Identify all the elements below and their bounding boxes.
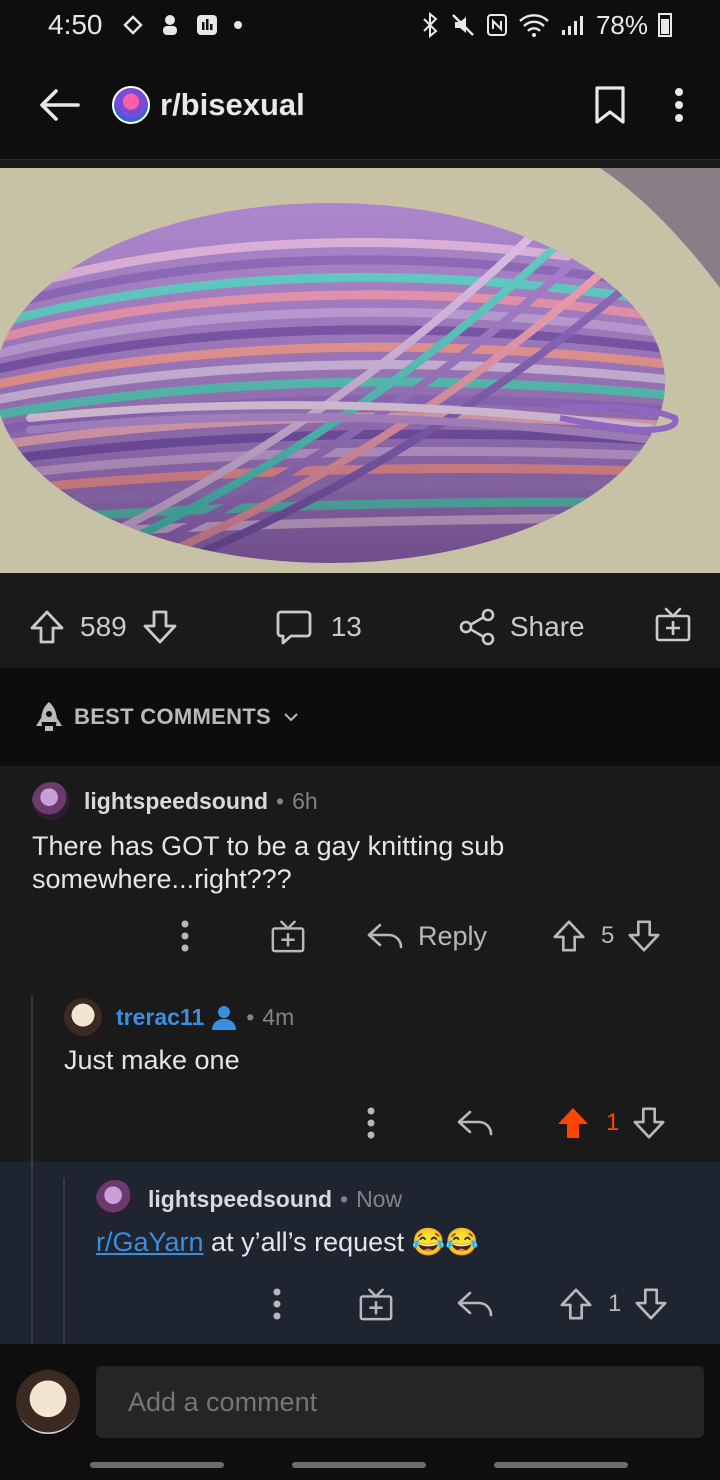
- nav-handle-left[interactable]: [90, 1462, 224, 1468]
- upvote-arrow-icon[interactable]: [551, 918, 587, 954]
- op-user-icon: [212, 1006, 237, 1030]
- nfc-icon: [486, 14, 507, 36]
- mute-icon: [452, 14, 474, 36]
- comment-count: 13: [330, 611, 362, 642]
- dot-icon: [233, 21, 242, 29]
- add-comment-input[interactable]: [96, 1366, 704, 1438]
- back-button[interactable]: [30, 87, 90, 123]
- bookmark-icon[interactable]: [594, 85, 626, 125]
- comment-author[interactable]: lightspeedsound: [84, 788, 268, 815]
- comment-body: r/GaYarn at y’all’s request 😂😂: [96, 1226, 696, 1259]
- share-icon: [459, 608, 495, 646]
- yarn-ball-image: [0, 168, 720, 573]
- reply-label: Reply: [418, 920, 488, 951]
- share-button[interactable]: Share: [458, 608, 585, 646]
- comment-body: There has GOT to be a gay knitting sub s…: [32, 831, 505, 894]
- reply-arrow-icon[interactable]: [456, 1289, 494, 1319]
- comment: trerac11 • 4m Just make one 1: [0, 988, 720, 1162]
- comment-age: 6h: [292, 787, 318, 814]
- more-vertical-icon[interactable]: [272, 1287, 282, 1321]
- comment-age: 4m: [262, 1003, 295, 1030]
- comment-body-text: at y’all’s request 😂😂: [203, 1227, 479, 1257]
- comment-author[interactable]: trerac11: [116, 1004, 204, 1031]
- downvote-arrow-icon[interactable]: [141, 608, 179, 646]
- nav-handle-center[interactable]: [292, 1462, 426, 1468]
- bluetooth-icon: [423, 12, 438, 38]
- comment-actions: Reply 5: [180, 918, 662, 954]
- status-time: 4:50: [48, 9, 103, 40]
- wifi-icon: [519, 14, 549, 37]
- share-label: Share: [509, 611, 585, 642]
- award-button[interactable]: [654, 605, 692, 650]
- gift-icon[interactable]: [270, 918, 306, 954]
- upvote-arrow-icon[interactable]: [28, 608, 66, 646]
- avatar[interactable]: [96, 1180, 134, 1218]
- more-vertical-icon[interactable]: [674, 87, 684, 123]
- header-actions: [594, 85, 684, 125]
- thread-line[interactable]: [31, 996, 33, 1162]
- downvote-arrow-icon[interactable]: [633, 1286, 669, 1322]
- subreddit-name[interactable]: r/bisexual: [160, 87, 305, 123]
- comment-actions: 1: [366, 1104, 667, 1142]
- thread-line[interactable]: [63, 1178, 65, 1344]
- avatar[interactable]: [64, 998, 102, 1036]
- post-vote: 589: [28, 608, 179, 646]
- status-bar: 4:50 78%: [0, 0, 720, 50]
- post-action-bar: 589 13 Share: [0, 586, 720, 668]
- hand-icon: [162, 15, 177, 35]
- downvote-arrow-icon[interactable]: [626, 918, 662, 954]
- comment-header: lightspeedsound • 6h: [32, 782, 318, 820]
- comment-score: 1: [606, 1109, 620, 1136]
- upvote-arrow-icon-active[interactable]: [554, 1104, 592, 1142]
- nav-handle-right[interactable]: [494, 1462, 628, 1468]
- comment-author[interactable]: lightspeedsound: [148, 1186, 332, 1213]
- app-icon: [196, 15, 217, 35]
- gift-icon: [655, 607, 691, 641]
- thread-line[interactable]: [31, 1162, 33, 1344]
- comment-age-separator: •: [276, 787, 285, 814]
- comment-score: 5: [601, 922, 615, 949]
- sort-label: BEST COMMENTS: [74, 704, 272, 729]
- battery-percent: 78%: [595, 9, 648, 40]
- battery-icon: [658, 13, 672, 37]
- reply-arrow-icon: [367, 923, 403, 949]
- status-icons-right: 78%: [420, 10, 672, 41]
- comment: lightspeedsound • 6h There has GOT to be…: [0, 766, 720, 988]
- more-vertical-icon[interactable]: [366, 1106, 376, 1140]
- comment-sort-selector[interactable]: BEST COMMENTS: [0, 668, 720, 766]
- comment-highlighted: lightspeedsound • Now r/GaYarn at y’all’…: [0, 1162, 720, 1344]
- upvote-arrow-icon[interactable]: [558, 1286, 594, 1322]
- app-header: r/bisexual: [0, 50, 720, 160]
- reply-button[interactable]: Reply: [366, 921, 487, 952]
- comment-header: lightspeedsound • Now: [96, 1180, 402, 1218]
- user-avatar[interactable]: [16, 1370, 80, 1434]
- subreddit-link[interactable]: r/GaYarn: [96, 1227, 204, 1257]
- rocket-icon: [36, 702, 62, 731]
- post-image[interactable]: [0, 168, 720, 573]
- post-score: 589: [80, 611, 127, 642]
- comment-body: Just make one: [64, 1045, 240, 1075]
- link-icon: [122, 15, 143, 35]
- comment-header: trerac11 • 4m: [64, 998, 294, 1036]
- comment-actions: 1: [272, 1286, 669, 1322]
- comment-age: Now: [356, 1185, 403, 1212]
- avatar[interactable]: [32, 782, 70, 820]
- comment-bubble-icon: [276, 610, 312, 645]
- comment-score: 1: [608, 1290, 622, 1317]
- more-vertical-icon[interactable]: [180, 919, 190, 953]
- comment-composer-bar: [0, 1344, 720, 1480]
- signal-icon: [561, 16, 583, 35]
- status-icons-left: [121, 13, 243, 37]
- downvote-arrow-icon[interactable]: [631, 1105, 667, 1141]
- comments-button[interactable]: 13: [275, 608, 362, 646]
- comment-age-separator: •: [246, 1003, 255, 1030]
- subreddit-avatar[interactable]: [112, 85, 150, 124]
- gift-icon[interactable]: [358, 1286, 394, 1322]
- back-arrow-icon: [40, 88, 80, 121]
- chevron-down-icon: [284, 713, 298, 722]
- reply-arrow-icon[interactable]: [456, 1108, 494, 1138]
- comment-age-separator: •: [340, 1185, 349, 1212]
